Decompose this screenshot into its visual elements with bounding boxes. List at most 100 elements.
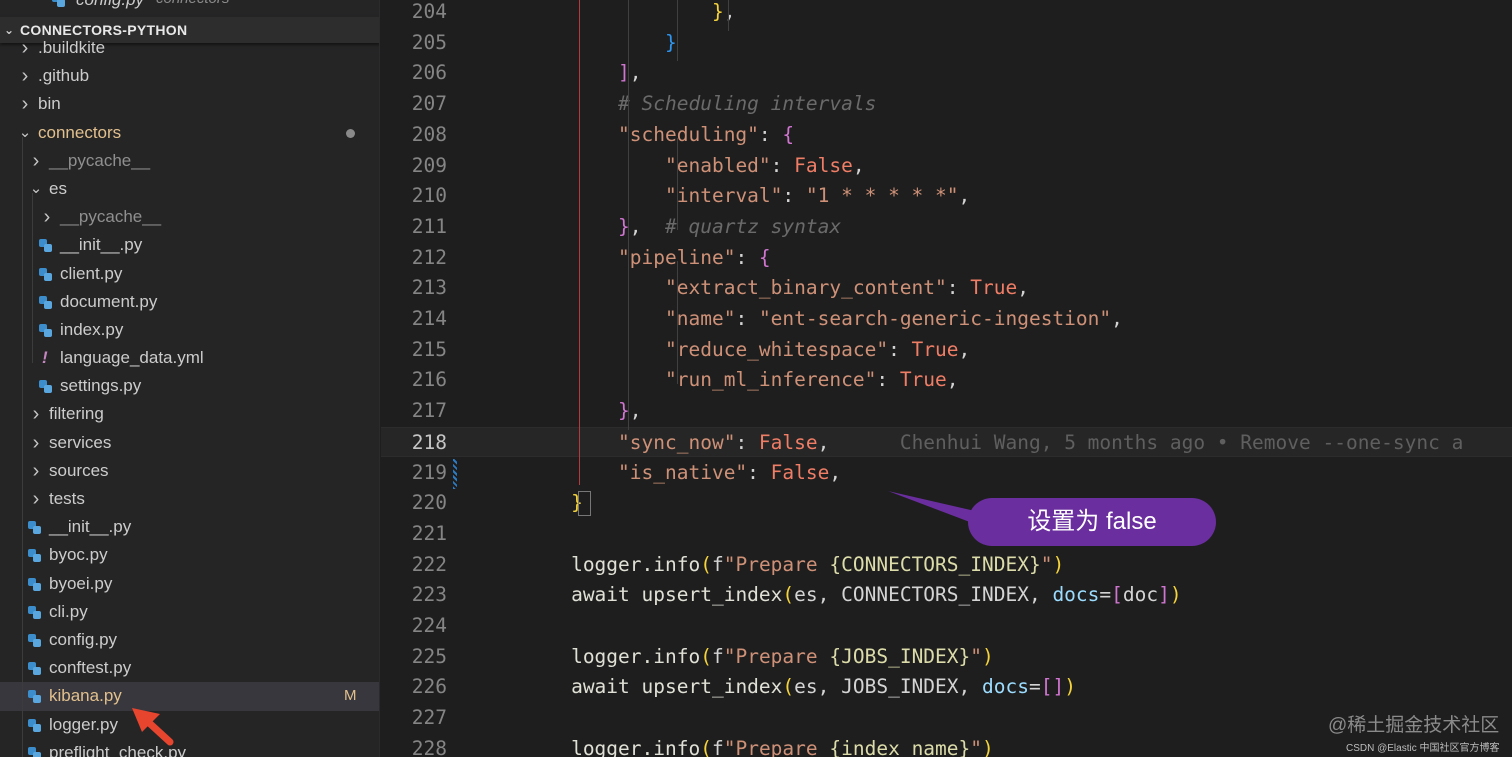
python-file-icon — [28, 662, 41, 676]
code-line[interactable]: 224 — [381, 611, 1512, 642]
tree-item-label: settings.py — [60, 376, 142, 396]
code-token: ) — [982, 736, 994, 757]
tree-item-settings[interactable]: settings.py — [0, 372, 379, 400]
code-line[interactable]: 216 "run_ml_inference": True, — [381, 365, 1512, 396]
code-line[interactable]: 219 "is_native": False, — [381, 458, 1512, 489]
tree-item-pycache2[interactable]: › __pycache__ — [0, 203, 379, 231]
tree-item-init[interactable]: __init__.py — [0, 513, 379, 541]
code-token: ( — [700, 552, 712, 576]
tree-item-label: __pycache__ — [49, 150, 151, 170]
tree-item-buildkite[interactable]: › .buildkite — [0, 34, 379, 62]
code-token: "interval" — [665, 184, 783, 208]
code-line[interactable]: 209 "enabled": False, — [381, 151, 1512, 182]
code-token: , — [852, 153, 865, 177]
code-line[interactable]: 223 await upsert_index(es, CONNECTORS_IN… — [381, 580, 1512, 611]
code-text: "scheduling": { — [430, 120, 794, 151]
tree-item-bin[interactable]: › bin — [0, 90, 379, 118]
code-line[interactable]: 211 }, # quartz syntax — [381, 212, 1512, 243]
tree-item-label: logger.py — [49, 714, 118, 734]
tree-item-es-init[interactable]: __init__.py — [0, 231, 379, 259]
code-line[interactable]: 207 # Scheduling intervals — [381, 89, 1512, 120]
watermark-csdn: CSDN @Elastic 中国社区官方博客 — [1346, 743, 1500, 754]
tree-item-filtering[interactable]: › filtering — [0, 400, 379, 428]
code-line[interactable]: 212 "pipeline": { — [381, 243, 1512, 274]
tree-item-connectors[interactable]: ⌄ connectors — [0, 119, 379, 147]
code-line[interactable]: 221 — [381, 519, 1512, 550]
tree-item-config[interactable]: config.py — [0, 626, 379, 654]
code-token: "1 * * * * *" — [805, 184, 959, 208]
indent-guide — [677, 138, 678, 231]
code-line[interactable]: 205 } — [381, 28, 1512, 59]
open-editor-item-config[interactable]: config.py connectors — [0, 0, 379, 12]
chevron-right-icon: › — [43, 206, 51, 229]
tree-item-tests[interactable]: › tests — [0, 485, 379, 513]
code-token: ) — [982, 644, 994, 668]
code-token: , — [1017, 276, 1029, 300]
code-text: "interval": "1 * * * * *", — [430, 181, 970, 212]
code-line[interactable]: 225 logger.info(f"Prepare {JOBS_INDEX}") — [381, 642, 1512, 673]
code-token: } — [711, 0, 724, 23]
tree-item-index[interactable]: index.py — [0, 316, 379, 344]
code-token: "Prepare — [723, 552, 830, 576]
tree-item-kibana[interactable]: kibana.py M — [0, 682, 379, 711]
tree-item-client[interactable]: client.py — [0, 260, 379, 288]
tree-item-preflight[interactable]: preflight_check.py — [0, 739, 379, 757]
tree-item-label: language_data.yml — [60, 348, 204, 368]
code-text: "pipeline": { — [430, 243, 771, 274]
code-line[interactable]: 228 logger.info(f"Prepare {index_name}") — [381, 734, 1512, 757]
tree-item-conftest[interactable]: conftest.py — [0, 654, 379, 682]
code-line[interactable]: 220 } — [381, 488, 1512, 519]
code-line[interactable]: 210 "interval": "1 * * * * *", — [381, 181, 1512, 212]
tree-item-cli[interactable]: cli.py — [0, 598, 379, 626]
code-text: await upsert_index(es, CONNECTORS_INDEX,… — [430, 580, 1182, 611]
code-token: , — [829, 460, 842, 484]
code-token: [ — [1111, 583, 1123, 607]
code-line[interactable]: 208 "scheduling": { — [381, 120, 1512, 151]
code-token: {CONNECTORS_INDEX} — [829, 552, 1041, 576]
tree-item-language-data[interactable]: ! language_data.yml — [0, 344, 379, 372]
code-token: ) — [1064, 675, 1076, 699]
code-line[interactable]: 204 }, — [381, 0, 1512, 28]
code-editor[interactable]: 204 }, 205 } 206 ], 207 # Scheduling interv… — [381, 0, 1512, 757]
gutter-modified-marker — [453, 459, 457, 489]
tree-item-byoei[interactable]: byoei.py — [0, 570, 379, 598]
code-line[interactable]: 222 logger.info(f"Prepare {CONNECTORS_IN… — [381, 550, 1512, 581]
code-token: logger.info — [571, 644, 701, 668]
code-token: { — [758, 245, 771, 269]
tree-item-logger[interactable]: logger.py — [0, 711, 379, 739]
code-token: " — [970, 644, 983, 668]
tree-item-pycache1[interactable]: › __pycache__ — [0, 147, 379, 175]
code-line[interactable]: 215 "reduce_whitespace": True, — [381, 335, 1512, 366]
active-bracket-guide — [579, 0, 580, 486]
code-line[interactable]: 206 ], — [381, 58, 1512, 89]
code-line[interactable]: 214 "name": "ent-search-generic-ingestio… — [381, 304, 1512, 335]
tree-item-label: byoei.py — [49, 573, 113, 593]
chevron-down-icon: ⌄ — [18, 123, 32, 141]
tree-item-byoc[interactable]: byoc.py — [0, 541, 379, 569]
code-token: ) — [1052, 552, 1065, 576]
code-line[interactable]: 218 "sync_now": False, Chenhui Wang, 5 m… — [381, 426, 1512, 458]
code-token: , — [817, 430, 830, 454]
code-line[interactable]: 217 }, — [381, 396, 1512, 427]
python-file-icon — [28, 633, 41, 647]
code-token: " — [1040, 552, 1053, 576]
code-token: "sync_now" — [618, 430, 736, 454]
code-token: False — [758, 430, 818, 454]
code-line[interactable]: 226 await upsert_index(es, JOBS_INDEX, d… — [381, 672, 1512, 703]
tree-item-document[interactable]: document.py — [0, 288, 379, 316]
tree-item-github[interactable]: › .github — [0, 62, 379, 90]
tree-item-es[interactable]: ⌄ es — [0, 175, 379, 203]
code-text: } — [430, 28, 677, 59]
explorer-sidebar: config.py connectors ⌄ CONNECTORS-PYTHON… — [0, 0, 380, 757]
code-line[interactable]: 213 "extract_binary_content": True, — [381, 273, 1512, 304]
python-file-icon — [28, 746, 41, 757]
code-text: # Scheduling intervals — [430, 89, 876, 120]
tree-item-services[interactable]: › services — [0, 429, 379, 457]
tree-item-sources[interactable]: › sources — [0, 457, 379, 485]
python-file-icon — [39, 295, 52, 309]
